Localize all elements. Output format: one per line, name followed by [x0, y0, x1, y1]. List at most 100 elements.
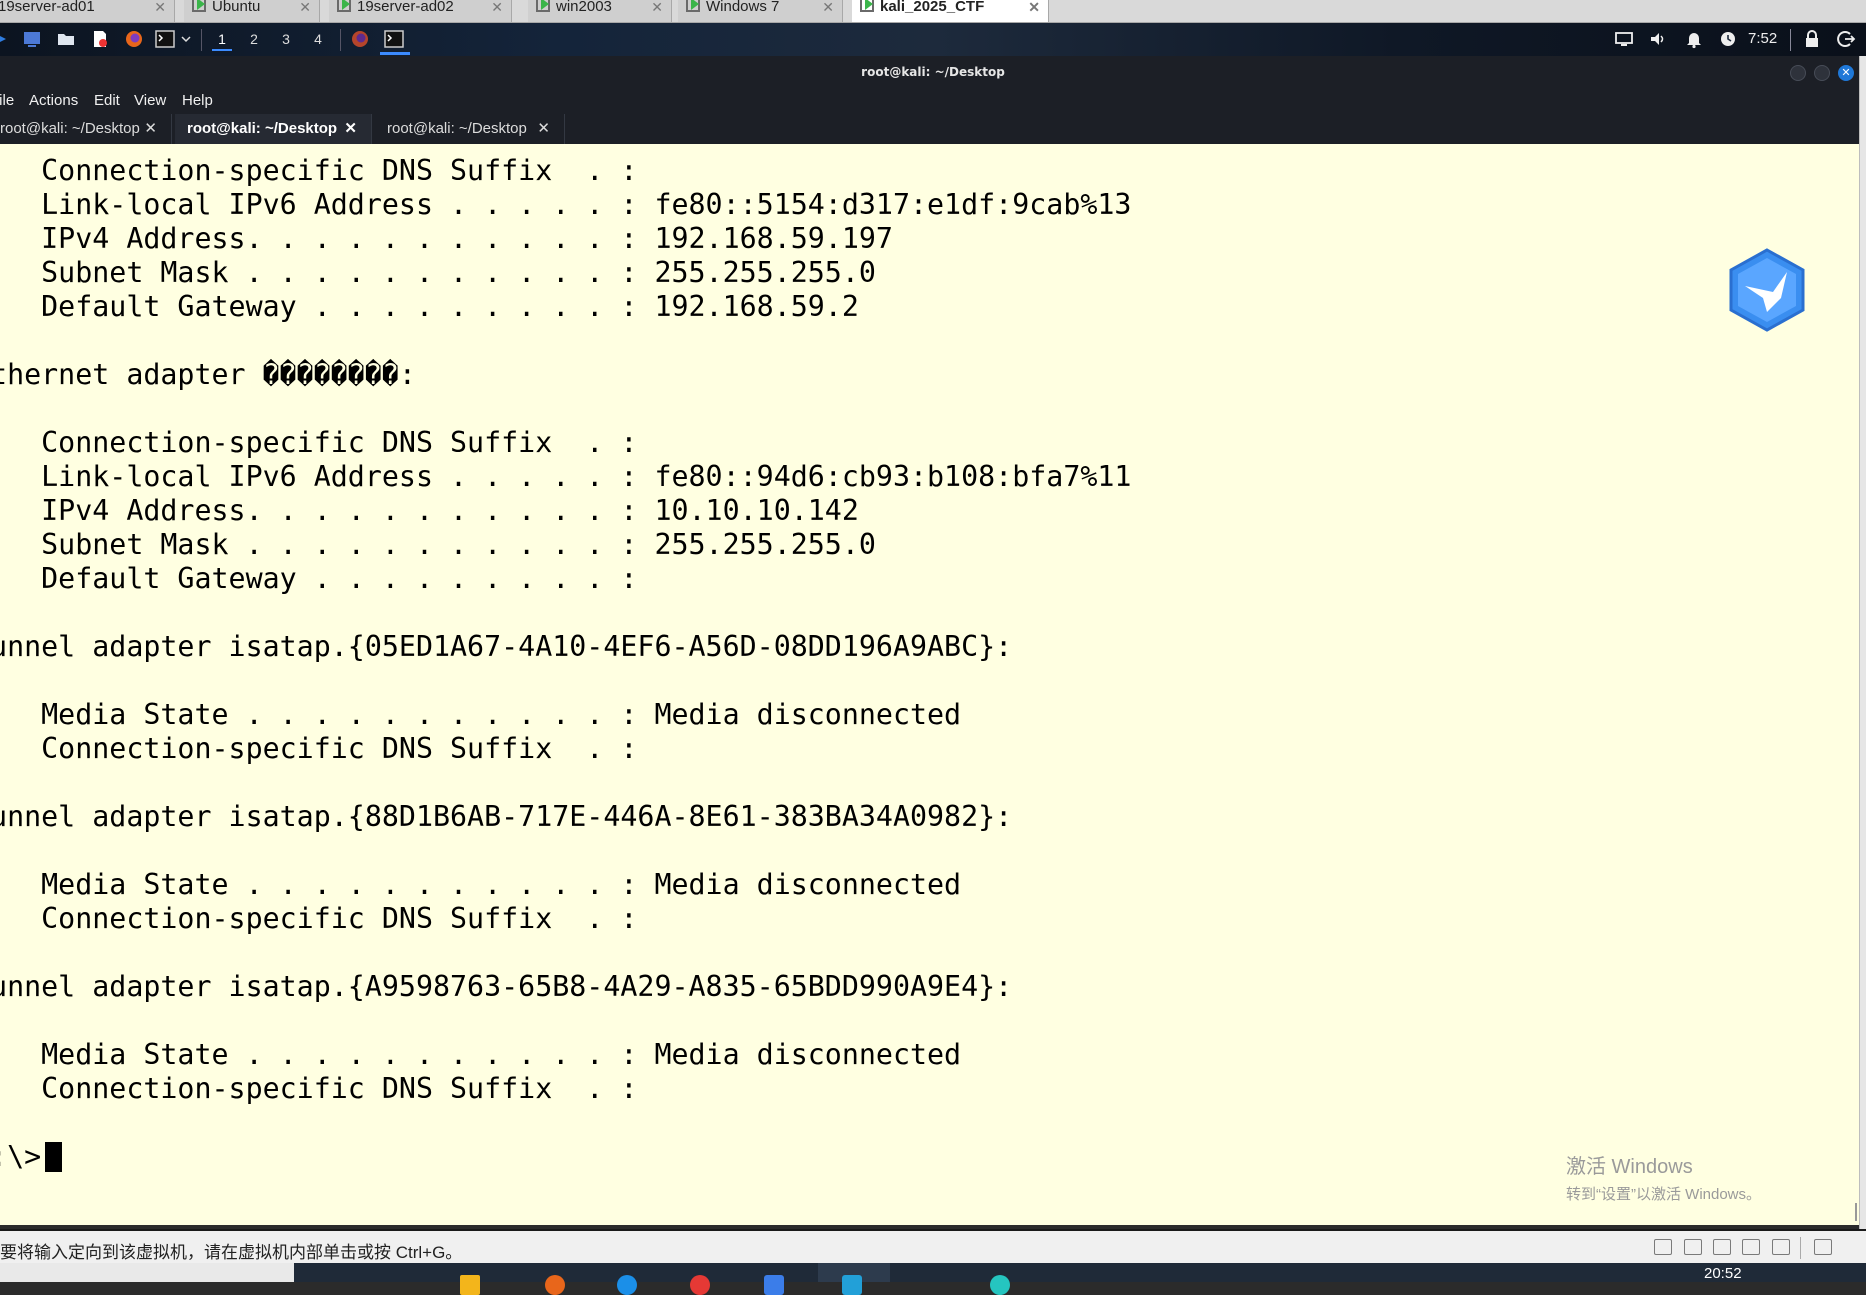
active-window-indicator: [380, 52, 410, 55]
terminal-tab-label: root@kali: ~/Desktop: [387, 120, 527, 137]
taskbar-app-icon[interactable]: [545, 1275, 565, 1295]
cd-drive-icon[interactable]: [1713, 1239, 1731, 1255]
close-icon[interactable]: ✕: [537, 114, 550, 144]
terminal-tab-1[interactable]: root@kali: ~/Desktop ✕: [0, 114, 172, 144]
close-icon[interactable]: ✕: [822, 0, 834, 14]
host-clock[interactable]: 20:52: [1704, 1265, 1742, 1282]
menu-file[interactable]: File: [0, 92, 14, 109]
console-line: Connection-specific DNS Suffix . :: [0, 426, 638, 459]
firefox-icon[interactable]: [124, 29, 144, 49]
maximize-button[interactable]: [1814, 65, 1830, 81]
panel-clock[interactable]: 7:52: [1748, 29, 1777, 49]
taskbar-app-icon[interactable]: [764, 1275, 784, 1295]
console-line: Media State . . . . . . . . . . . : Medi…: [0, 868, 962, 901]
taskbar-app-icon[interactable]: [460, 1275, 480, 1295]
close-icon[interactable]: ✕: [299, 0, 311, 14]
terminal-tab-label: root@kali: ~/Desktop: [187, 120, 338, 137]
logout-icon[interactable]: [1836, 29, 1856, 49]
clock-icon: [1721, 32, 1735, 46]
vm-tab-strip: 19server-ad01 ✕ Ubuntu ✕ 19server-ad02 ✕…: [0, 0, 1866, 23]
vm-tab-label: win2003: [556, 0, 612, 15]
console-line: Default Gateway . . . . . . . . . :: [0, 562, 638, 595]
volume-icon[interactable]: [1648, 29, 1668, 49]
vm-tab-windows-7[interactable]: Windows 7 ✕: [678, 0, 843, 22]
menu-actions[interactable]: Actions: [29, 92, 78, 109]
display-icon[interactable]: [1614, 29, 1634, 49]
console-line: Link-local IPv6 Address . . . . . : fe80…: [0, 188, 1132, 221]
activation-watermark: 激活 Windows 转到“设置”以激活 Windows。: [1566, 1150, 1761, 1204]
printer-icon[interactable]: [1772, 1239, 1790, 1255]
bird-logo-icon[interactable]: [1727, 248, 1807, 332]
vm-tab-19server-ad01[interactable]: 19server-ad01 ✕: [0, 0, 175, 22]
workspace-3[interactable]: 3: [276, 29, 296, 49]
console-line: Media State . . . . . . . . . . . : Medi…: [0, 1038, 962, 1071]
vm-icon: [860, 0, 874, 12]
taskbar-app-icon[interactable]: [842, 1275, 862, 1295]
workspace-2[interactable]: 2: [244, 29, 264, 49]
vmware-status-bar: 要将输入定向到该虚拟机，请在虚拟机内部单击或按 Ctrl+G。: [0, 1229, 1866, 1265]
console-line: Connection-specific DNS Suffix . :: [0, 902, 638, 935]
minimize-button[interactable]: [1790, 65, 1806, 81]
window-title: root@kali: ~/Desktop: [861, 65, 1005, 79]
vm-tab-label: 19server-ad02: [357, 0, 454, 15]
message-log-icon[interactable]: [1814, 1239, 1832, 1255]
vm-tab-19server-ad02[interactable]: 19server-ad02 ✕: [329, 0, 512, 22]
usb-icon[interactable]: [1742, 1239, 1760, 1255]
close-button[interactable]: ✕: [1838, 65, 1854, 81]
notification-bell-icon[interactable]: [1684, 29, 1704, 49]
menu-view[interactable]: View: [134, 92, 166, 109]
text-cursor: [45, 1142, 63, 1172]
vm-icon: [536, 0, 550, 12]
terminal-tab-label: root@kali: ~/Desktop: [0, 120, 140, 137]
terminal-menu-bar: File Actions Edit View Help: [0, 88, 1866, 114]
terminal-window-icon[interactable]: [384, 29, 404, 49]
text-editor-icon[interactable]: [90, 29, 110, 49]
workspace-4[interactable]: 4: [308, 29, 328, 49]
close-icon[interactable]: ✕: [144, 114, 157, 144]
chevron-down-icon[interactable]: [180, 29, 192, 49]
hard-disk-icon[interactable]: [1654, 1239, 1672, 1255]
terminal-title-bar[interactable]: root@kali: ~/Desktop ✕: [0, 56, 1866, 88]
menu-help[interactable]: Help: [182, 92, 213, 109]
taskbar-app-icon[interactable]: [990, 1275, 1010, 1295]
panel-divider: [201, 29, 202, 51]
console-line: Default Gateway . . . . . . . . . : 192.…: [0, 290, 859, 323]
lock-icon[interactable]: [1802, 29, 1822, 49]
workspace-1[interactable]: 1: [212, 29, 232, 51]
close-icon[interactable]: ✕: [651, 0, 663, 14]
vm-tab-ubuntu[interactable]: Ubuntu ✕: [184, 0, 320, 22]
console-line: Connection-specific DNS Suffix . :: [0, 1072, 638, 1105]
console-line: Subnet Mask . . . . . . . . . . . : 255.…: [0, 256, 876, 289]
close-icon[interactable]: ✕: [491, 0, 503, 14]
panel-divider: [340, 29, 341, 51]
scrollbar[interactable]: [1855, 1203, 1857, 1221]
watermark-title: 激活 Windows: [1566, 1156, 1693, 1178]
terminal-console[interactable]: Connection-specific DNS Suffix . : Link-…: [0, 144, 1859, 1225]
vm-tab-label: Ubuntu: [212, 0, 261, 15]
vm-icon: [686, 0, 700, 12]
terminal-tab-3[interactable]: root@kali: ~/Desktop ✕: [375, 114, 565, 144]
taskbar-search-area[interactable]: [0, 1263, 294, 1282]
vm-tab-kali[interactable]: kali_2025_CTF ✕: [852, 0, 1049, 22]
close-icon[interactable]: ✕: [1028, 0, 1040, 14]
close-icon[interactable]: ✕: [344, 114, 357, 144]
taskbar-app-icon[interactable]: [690, 1275, 710, 1295]
console-line: Tunnel adapter isatap.{05ED1A67-4A10-4EF…: [0, 630, 1013, 663]
show-desktop-icon[interactable]: [22, 29, 42, 49]
status-divider: [1800, 1237, 1801, 1259]
console-line: IPv4 Address. . . . . . . . . . . : 192.…: [0, 222, 893, 255]
firefox-window-icon[interactable]: [350, 29, 370, 49]
menu-edit[interactable]: Edit: [94, 92, 120, 109]
network-icon[interactable]: [1684, 1239, 1702, 1255]
console-line: Subnet Mask . . . . . . . . . . . : 255.…: [0, 528, 876, 561]
watermark-subtitle: 转到“设置”以激活 Windows。: [1566, 1186, 1762, 1203]
file-manager-icon[interactable]: [56, 29, 76, 49]
vm-tab-win2003[interactable]: win2003 ✕: [528, 0, 672, 22]
close-icon[interactable]: ✕: [154, 0, 166, 14]
kali-menu-icon[interactable]: [0, 29, 12, 49]
kali-top-panel: 1 2 3 4 7:52: [0, 23, 1866, 56]
taskbar-app-icon[interactable]: [617, 1275, 637, 1295]
terminal-icon[interactable]: [155, 29, 175, 49]
window-right-edge: [1859, 56, 1866, 1232]
terminal-tab-2[interactable]: root@kali: ~/Desktop ✕: [175, 114, 372, 144]
